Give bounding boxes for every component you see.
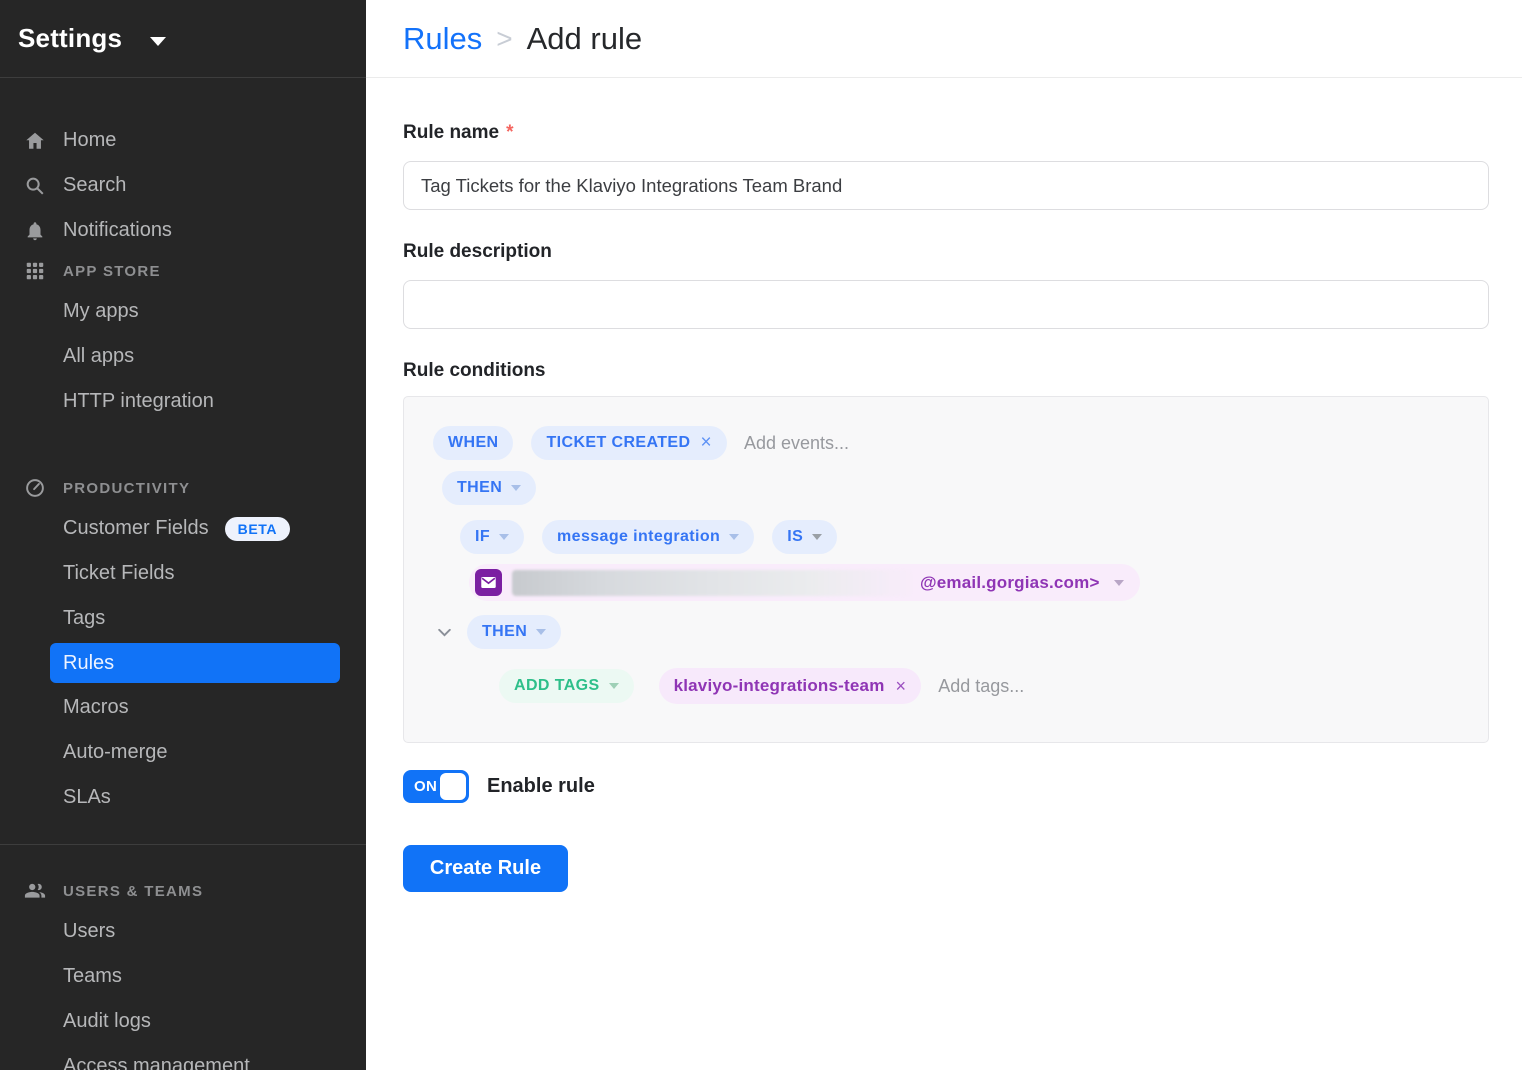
chevron-down-icon [1114, 580, 1124, 586]
sidebar-item-search[interactable]: Search [0, 163, 366, 208]
settings-title: Settings [18, 23, 122, 54]
grid-icon [23, 259, 47, 283]
chevron-down-icon [511, 485, 521, 491]
section-header-label: PRODUCTIVITY [63, 480, 190, 497]
integration-value-chip[interactable]: @email.gorgias.com> [469, 564, 1140, 601]
collapse-branch-icon[interactable] [436, 624, 453, 641]
chevron-down-icon [499, 534, 509, 540]
mail-icon [475, 569, 502, 596]
enable-rule-row: ON Enable rule [403, 770, 1489, 803]
main-panel: Rules > Add rule Rule name* Rule descrip… [366, 0, 1522, 1070]
sidebar-nav: Home Search Notifications [0, 78, 366, 1070]
settings-sidebar: Settings Home Search Notifications [0, 0, 366, 1070]
breadcrumb-rules-link[interactable]: Rules [403, 21, 482, 57]
chevron-down-icon [150, 37, 166, 46]
sidebar-item-customer-fields[interactable]: Customer Fields BETA [0, 506, 366, 551]
add-rule-form: Rule name* Rule description Rule conditi… [366, 78, 1522, 892]
section-header-label: USERS & TEAMS [63, 883, 203, 900]
breadcrumb: Rules > Add rule [366, 0, 1522, 78]
section-header-label: APP STORE [63, 263, 161, 280]
remove-tag-icon[interactable]: × [896, 676, 907, 697]
event-chip-ticket-created[interactable]: TICKET CREATED × [531, 426, 726, 460]
sidebar-section-users-teams[interactable]: USERS & TEAMS [0, 873, 366, 909]
then2-dropdown[interactable]: THEN [467, 615, 561, 649]
toggle-on-label: ON [414, 778, 437, 795]
sidebar-item-users[interactable]: Users [0, 909, 366, 954]
sidebar-item-teams[interactable]: Teams [0, 954, 366, 999]
rule-conditions-label: Rule conditions [403, 360, 1489, 382]
chevron-down-icon [729, 534, 739, 540]
sidebar-item-all-apps[interactable]: All apps [0, 334, 366, 379]
page-title: Add rule [527, 21, 642, 57]
sidebar-item-notifications[interactable]: Notifications [0, 208, 366, 253]
when-pill[interactable]: WHEN [433, 426, 513, 460]
sidebar-item-rules[interactable]: Rules [50, 643, 340, 683]
breadcrumb-separator: > [496, 23, 512, 55]
bell-icon [23, 219, 47, 243]
sidebar-item-home[interactable]: Home [0, 118, 366, 163]
create-rule-button[interactable]: Create Rule [403, 845, 568, 892]
sidebar-divider [0, 844, 366, 845]
rule-name-label: Rule name* [403, 122, 1489, 144]
tag-chip-klaviyo-integrations-team[interactable]: klaviyo-integrations-team × [659, 668, 922, 704]
chevron-down-icon [536, 629, 546, 635]
app-window: Settings Home Search Notifications [0, 0, 1522, 1070]
speedometer-icon [23, 476, 47, 500]
enable-rule-toggle[interactable]: ON [403, 770, 469, 803]
redacted-email-text [512, 570, 912, 596]
add-events-input[interactable]: Add events... [744, 433, 849, 454]
add-tags-action-dropdown[interactable]: ADD TAGS [499, 669, 634, 703]
sidebar-item-auto-merge[interactable]: Auto-merge [0, 730, 366, 775]
sidebar-item-label: Home [63, 129, 116, 152]
sidebar-item-audit-logs[interactable]: Audit logs [0, 999, 366, 1044]
search-icon [23, 174, 47, 198]
sidebar-section-app-store[interactable]: APP STORE [0, 253, 366, 289]
sidebar-item-tags[interactable]: Tags [0, 596, 366, 641]
rule-description-label: Rule description [403, 241, 1489, 263]
remove-event-icon[interactable]: × [700, 432, 712, 454]
toggle-knob [440, 773, 466, 800]
spacer [0, 424, 366, 470]
sidebar-item-label: Notifications [63, 219, 172, 242]
chevron-down-icon [812, 534, 822, 540]
if-dropdown[interactable]: IF [460, 520, 524, 554]
operator-dropdown[interactable]: IS [772, 520, 837, 554]
people-icon [23, 879, 47, 903]
sidebar-item-http-integration[interactable]: HTTP integration [0, 379, 366, 424]
chevron-down-icon [609, 683, 619, 689]
sidebar-item-macros[interactable]: Macros [0, 685, 366, 730]
settings-menu-button[interactable]: Settings [0, 0, 366, 78]
integration-email-suffix: @email.gorgias.com> [920, 573, 1100, 593]
required-asterisk: * [506, 122, 513, 143]
rule-name-input[interactable] [403, 161, 1489, 210]
rule-conditions-builder: WHEN TICKET CREATED × Add events... THEN [403, 396, 1489, 743]
variable-dropdown[interactable]: message integration [542, 520, 754, 554]
rule-description-input[interactable] [403, 280, 1489, 329]
sidebar-item-ticket-fields[interactable]: Ticket Fields [0, 551, 366, 596]
beta-badge: BETA [225, 517, 290, 541]
sidebar-item-label: Search [63, 174, 126, 197]
add-tags-input[interactable]: Add tags... [938, 676, 1024, 697]
then-dropdown[interactable]: THEN [442, 471, 536, 505]
sidebar-item-slas[interactable]: SLAs [0, 775, 366, 820]
enable-rule-label: Enable rule [487, 775, 595, 798]
sidebar-item-my-apps[interactable]: My apps [0, 289, 366, 334]
home-icon [23, 129, 47, 153]
sidebar-item-access-management[interactable]: Access management [0, 1044, 366, 1070]
sidebar-section-productivity[interactable]: PRODUCTIVITY [0, 470, 366, 506]
